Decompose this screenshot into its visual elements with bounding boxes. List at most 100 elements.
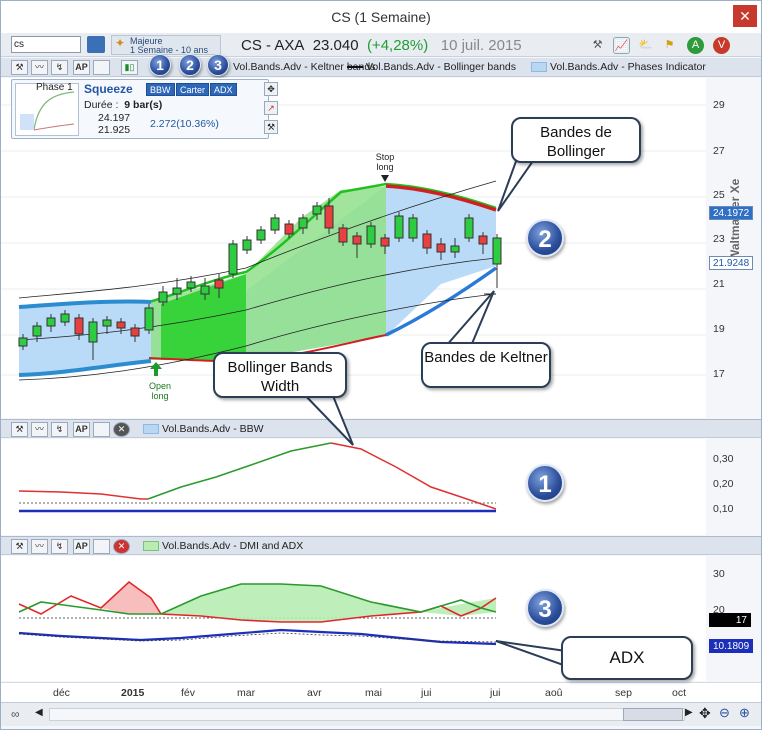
y-tick: 17 (713, 368, 725, 380)
y-tick: 27 (713, 145, 725, 157)
close-window-button[interactable]: ✕ (733, 5, 757, 27)
scroll-track[interactable] (49, 708, 685, 721)
band-swatch-icon (143, 541, 159, 552)
tools-icon[interactable]: ⚒ (11, 539, 28, 554)
move-icon[interactable]: ✥ (264, 82, 278, 96)
tools-icon[interactable]: ⚒ (11, 60, 28, 75)
stop-sub: long (376, 162, 393, 172)
scroll-right-icon[interactable]: ▶ (685, 707, 693, 718)
flag-icon[interactable]: ⚑ (661, 37, 678, 54)
tab-carter[interactable]: Carter (176, 83, 210, 96)
checkbox-icon[interactable] (93, 539, 110, 554)
band-change: 2.272(10.36%) (150, 118, 219, 130)
bbw-y-tick: 0,20 (713, 478, 734, 490)
legend-bollinger-label: Vol.Bands.Adv - Bollinger bands (366, 61, 517, 73)
band-swatch-icon (531, 62, 547, 73)
badge-1: 1 (526, 464, 564, 502)
window-title: CS (1 Semaine) (331, 9, 431, 25)
line-chart-icon[interactable]: 〰 (31, 60, 48, 75)
x-tick: oct (672, 687, 687, 699)
scroll-thumb[interactable] (623, 708, 683, 721)
legend-phases-label: Vol.Bands.Adv - Phases Indicator (550, 61, 706, 73)
checkbox-icon[interactable] (93, 60, 110, 75)
x-tick: déc (53, 687, 70, 699)
indicator-icon[interactable]: ↯ (51, 60, 68, 75)
line-swatch-icon (347, 66, 363, 69)
x-tick: avr (307, 687, 322, 699)
x-axis: déc 2015 fév mar avr mai jui jui aoû sep… (1, 682, 761, 702)
legend-bbw-label: Vol.Bands.Adv - BBW (162, 423, 264, 435)
bbw-chart[interactable] (1, 439, 706, 535)
y-tick: 25 (713, 189, 725, 201)
x-tick: fév (181, 687, 196, 699)
callout-bollinger: Bandes de Bollinger (511, 117, 641, 163)
bbw-pane-toolbar: ⚒ 〰 ↯ AP ✕ Vol.Bands.Adv - BBW (1, 419, 761, 438)
chart-add-icon[interactable]: 📈 (613, 37, 630, 54)
badge-2: 2 (526, 219, 564, 257)
close-pane-icon[interactable]: ✕ (113, 539, 130, 554)
open-sub: long (151, 391, 168, 401)
ap-button[interactable]: AP (73, 539, 90, 554)
y-tick: 21 (713, 278, 725, 290)
indicator-icon[interactable]: ↯ (51, 539, 68, 554)
zoom-out-icon[interactable]: ⊖ (719, 705, 730, 721)
tools-icon[interactable]: ⚒ (589, 37, 606, 54)
tools-icon[interactable]: ⚒ (11, 422, 28, 437)
alert-v-icon[interactable]: V (713, 37, 730, 54)
tab-bbw[interactable]: BBW (146, 83, 175, 96)
x-tick: mai (365, 687, 382, 699)
window-title-bar: CS (1 Semaine) ✕ (1, 1, 761, 33)
chart-toolbar: ⚒ 〰 ↯ AP ▮▯ Vol.Bands.Adv - Keltner band… (1, 54, 761, 77)
zoom-in-icon[interactable]: ⊕ (739, 705, 750, 721)
x-tick: aoû (545, 687, 563, 699)
close-pane-icon[interactable]: ✕ (113, 422, 130, 437)
indicator-icon[interactable]: ↯ (51, 422, 68, 437)
line-chart-icon[interactable]: 〰 (31, 422, 48, 437)
squeeze-info-panel: Phase 1 Squeeze BBW Carter ADX Durée : 9… (11, 79, 278, 139)
open-label: Open (149, 381, 171, 391)
squeeze-title: Squeeze (84, 82, 133, 96)
lower-value: 21.925 (98, 124, 131, 136)
x-tick: sep (615, 687, 632, 699)
bottom-scrollbar: ∞ ◀ ▶ ✥ ⊖ ⊕ (1, 702, 761, 726)
ap-button[interactable]: AP (73, 422, 90, 437)
dmi-value-tag: 17 (709, 613, 751, 627)
upper-value: 24.197 (98, 112, 131, 124)
y-tick: 23 (713, 233, 725, 245)
badge-1-small: 1 (149, 54, 171, 76)
tab-adx[interactable]: ADX (210, 83, 237, 96)
link-icon[interactable]: ∞ (11, 707, 20, 721)
bbw-y-tick: 0,30 (713, 453, 734, 465)
legend-phases: Vol.Bands.Adv - Phases Indicator (531, 61, 706, 73)
majeure-selector[interactable]: ✦ Majeure 1 Semaine - 10 ans (111, 35, 221, 55)
candlestick-icon[interactable]: ▮▯ (121, 60, 138, 75)
scroll-left-icon[interactable]: ◀ (35, 707, 43, 718)
phase-label: Phase 1 (36, 82, 73, 93)
alert-a-icon[interactable]: A (687, 37, 704, 54)
legend-bollinger: Vol.Bands.Adv - Bollinger bands (347, 61, 516, 73)
quote-name: CS - AXA (241, 37, 305, 54)
ap-button[interactable]: AP (73, 60, 90, 75)
price-lower-tag: 21.9248 (709, 256, 754, 270)
symbol-input[interactable]: cs (11, 36, 81, 53)
checkbox-icon[interactable] (93, 422, 110, 437)
x-tick: jui (490, 687, 501, 699)
chart-icon[interactable]: ↗ (264, 101, 278, 115)
book-icon[interactable] (87, 36, 105, 53)
y-tick: 29 (713, 99, 725, 111)
badge-2-small: 2 (179, 54, 201, 76)
badge-3-small: 3 (207, 54, 229, 76)
callout-bbw: Bollinger Bands Width (213, 352, 347, 398)
x-tick: mar (237, 687, 256, 699)
duration: Durée : 9 bar(s) (84, 99, 162, 111)
weather-icon[interactable]: ⛅ (637, 37, 654, 54)
move-icon[interactable]: ✥ (699, 705, 711, 722)
duration-label: Durée : (84, 99, 119, 111)
line-chart-icon[interactable]: 〰 (31, 539, 48, 554)
price-upper-tag: 24.1972 (709, 206, 754, 220)
quote-price: 23.040 (312, 37, 359, 54)
tools-icon[interactable]: ⚒ (264, 120, 278, 134)
top-toolbar: cs ✦ Majeure 1 Semaine - 10 ans CS - AXA… (1, 33, 761, 57)
dmi-pane-toolbar: ⚒ 〰 ↯ AP ✕ Vol.Bands.Adv - DMI and ADX (1, 536, 761, 555)
badge-3: 3 (526, 589, 564, 627)
